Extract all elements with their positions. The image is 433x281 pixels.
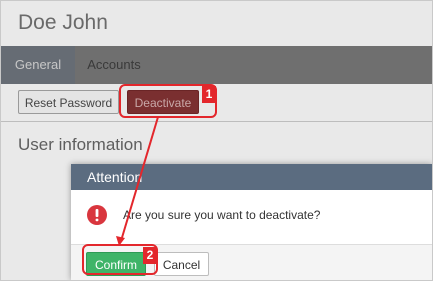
dialog-title: Attention [71,164,432,190]
exclamation-circle-icon [87,205,107,225]
app-window: Doe John General Accounts Reset Password… [0,0,433,281]
section-title: User information [18,135,143,154]
step-2-badge: 2 [143,247,157,264]
reset-password-button[interactable]: Reset Password [18,90,119,114]
tab-accounts[interactable]: Accounts [75,46,153,84]
page-title: Doe John [18,11,108,34]
tab-bar: General Accounts [1,46,432,84]
cancel-button[interactable]: Cancel [154,252,209,276]
divider [1,121,432,122]
tab-general[interactable]: General [1,46,75,84]
step-1-badge: 1 [202,86,216,103]
dialog-message: Are you sure you want to deactivate? [123,208,321,222]
